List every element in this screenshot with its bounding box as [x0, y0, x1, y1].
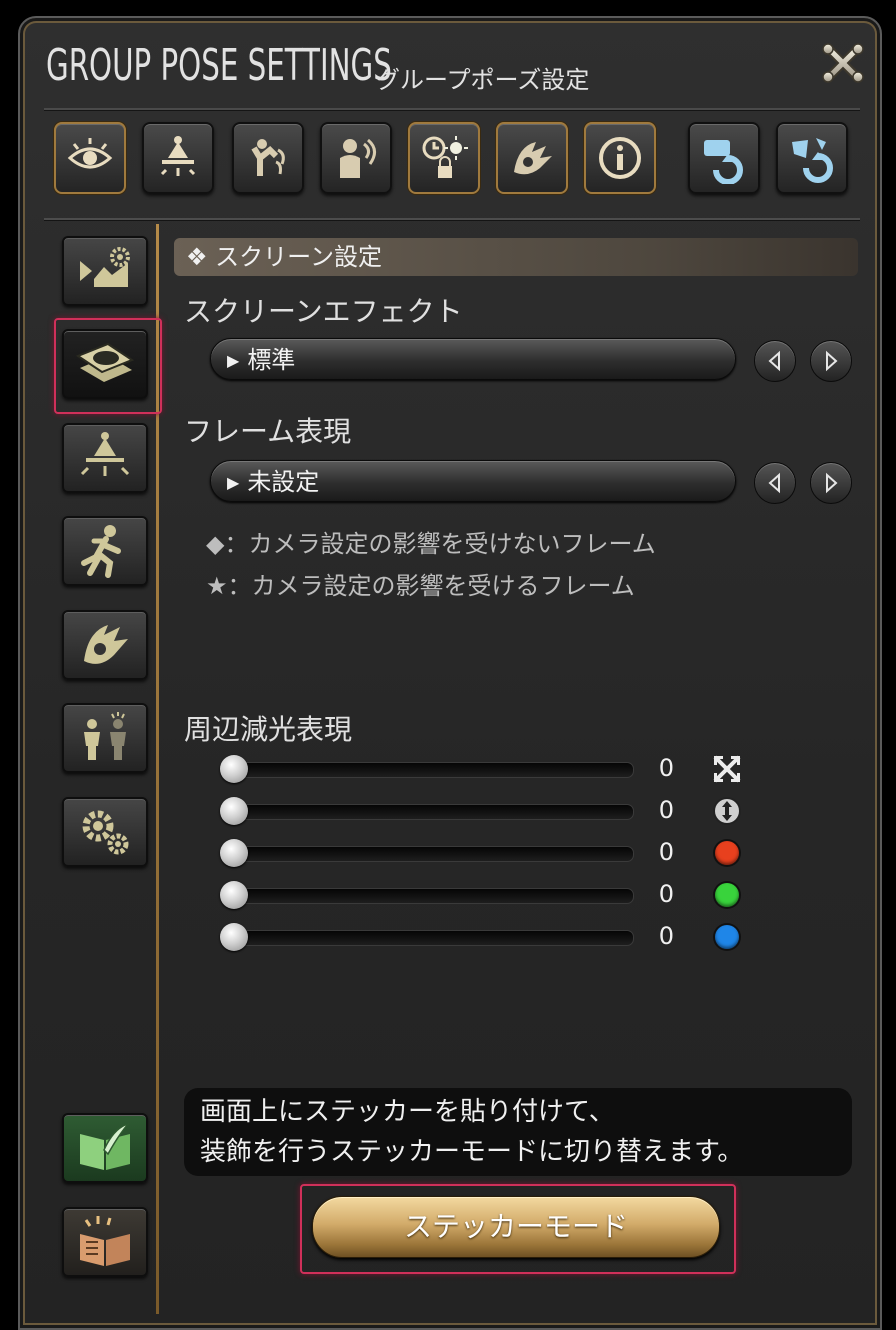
- vignette-slider-4-track[interactable]: [234, 888, 634, 904]
- frame-label: フレーム表現: [184, 415, 352, 448]
- effect-icon[interactable]: [496, 122, 568, 194]
- screen-effect-prev-button[interactable]: [754, 340, 796, 382]
- red-dot-icon: [710, 836, 744, 870]
- sticker-book-icon[interactable]: [62, 1113, 148, 1183]
- vignette-slider-2-value: 0: [658, 796, 674, 824]
- frame-value: 未設定: [247, 468, 320, 496]
- character-motion-icon[interactable]: [62, 516, 148, 586]
- vignette-slider-1-track[interactable]: [234, 762, 634, 778]
- lighting-icon[interactable]: [62, 423, 148, 493]
- light-icon[interactable]: [142, 122, 214, 194]
- reset-icon[interactable]: [776, 122, 848, 194]
- frame-note-diamond: ◆：カメラ設定の影響を受けないフレーム: [206, 530, 656, 558]
- window-title: GROUP POSE SETTINGS: [46, 40, 392, 91]
- tooltip-line-2: 装飾を行うステッカーモードに切り替えます。: [200, 1137, 744, 1167]
- frame-next-button[interactable]: [810, 462, 852, 504]
- toolbar: [54, 122, 874, 196]
- sticker-mode-button[interactable]: ステッカーモード: [312, 1196, 720, 1258]
- vignette-slider-2-thumb[interactable]: [220, 797, 248, 825]
- motion-settings-icon[interactable]: [62, 236, 148, 306]
- face-icon[interactable]: [320, 122, 392, 194]
- info-icon[interactable]: [584, 122, 656, 194]
- vignette-slider-4-thumb[interactable]: [220, 881, 248, 909]
- vignette-slider-5-thumb[interactable]: [220, 923, 248, 951]
- vignette-slider-1-value: 0: [658, 754, 674, 782]
- section-header-screen-settings: ❖ スクリーン設定: [174, 238, 858, 276]
- vignette-slider-3-value: 0: [658, 838, 674, 866]
- vignette-label: 周辺減光表現: [184, 713, 353, 746]
- undo-icon[interactable]: [688, 122, 760, 194]
- vignette-slider-1-thumb[interactable]: [220, 755, 248, 783]
- group-pose-settings-window: GROUP POSE SETTINGS グループポーズ設定 ❖ スクリーン設定 …: [18, 16, 882, 1330]
- sticker-mode-tooltip: 画面上にステッカーを貼り付けて、 装飾を行うステッカーモードに切り替えます。: [184, 1088, 852, 1176]
- time-lock-icon[interactable]: [408, 122, 480, 194]
- eye-icon[interactable]: [54, 122, 126, 194]
- settings-gears-icon[interactable]: [62, 797, 148, 867]
- vignette-slider-2-track[interactable]: [234, 804, 634, 820]
- screen-effect-dropdown[interactable]: ▶ 標準: [210, 338, 736, 380]
- screen-effect-value: 標準: [247, 346, 296, 374]
- screen-effect-label: スクリーンエフェクト: [184, 295, 463, 328]
- divider: [44, 218, 860, 221]
- triangle-right-icon: ▶: [227, 473, 240, 492]
- vignette-slider-3-thumb[interactable]: [220, 839, 248, 867]
- effect-icon[interactable]: [62, 610, 148, 680]
- guide-book-icon[interactable]: [62, 1207, 148, 1277]
- vignette-slider-5-value: 0: [658, 922, 674, 950]
- characters-icon[interactable]: [62, 703, 148, 773]
- vignette-slider-5-track[interactable]: [234, 930, 634, 946]
- pose-icon[interactable]: [232, 122, 304, 194]
- frame-prev-button[interactable]: [754, 462, 796, 504]
- window-subtitle: グループポーズ設定: [376, 66, 590, 94]
- triangle-right-icon: ▶: [227, 351, 240, 370]
- frame-dropdown[interactable]: ▶ 未設定: [210, 460, 736, 502]
- vertical-arrows-icon: [710, 794, 744, 828]
- green-dot-icon: [710, 878, 744, 912]
- screen-frame-icon[interactable]: [62, 329, 148, 399]
- frame-note-star: ★：カメラ設定の影響を受けるフレーム: [206, 572, 635, 600]
- screen-effect-next-button[interactable]: [810, 340, 852, 382]
- expand-arrows-icon: [710, 752, 744, 786]
- blue-dot-icon: [710, 920, 744, 954]
- vignette-slider-4-value: 0: [658, 880, 674, 908]
- tooltip-line-1: 画面上にステッカーを貼り付けて、: [200, 1097, 615, 1127]
- close-icon[interactable]: [820, 40, 866, 86]
- divider: [44, 108, 860, 111]
- vignette-slider-3-track[interactable]: [234, 846, 634, 862]
